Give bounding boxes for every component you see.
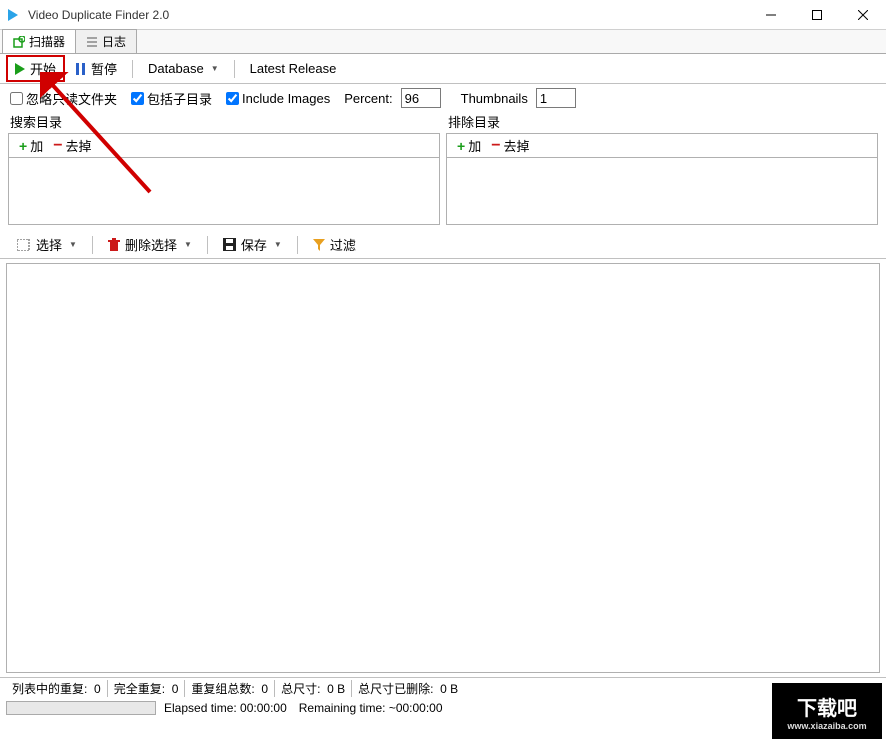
tab-log-label: 日志 xyxy=(102,33,126,50)
chevron-down-icon: ▼ xyxy=(184,240,192,249)
select-button[interactable]: 选择 ▼ xyxy=(8,231,86,258)
pause-button[interactable]: 暂停 xyxy=(67,55,126,82)
exclude-dir-title: 排除目录 xyxy=(446,112,878,133)
search-dir-group: 搜索目录 +加 −去掉 xyxy=(8,112,440,225)
thumbnails-input[interactable] xyxy=(536,88,576,108)
trash-icon xyxy=(108,238,120,252)
maximize-button[interactable] xyxy=(794,0,840,29)
delete-select-label: 删除选择 xyxy=(125,235,177,254)
minus-icon: − xyxy=(491,137,500,155)
titlebar: Video Duplicate Finder 2.0 xyxy=(0,0,886,30)
select-label: 选择 xyxy=(36,235,62,254)
tab-scanner-label: 扫描器 xyxy=(29,33,65,50)
search-dir-list[interactable] xyxy=(8,157,440,225)
status-deleted-size: 总尺寸已删除: 0 B xyxy=(352,680,464,697)
exclude-remove-button[interactable]: −去掉 xyxy=(487,135,533,156)
filter-label: 过滤 xyxy=(330,235,356,254)
status-dup-in-list: 列表中的重复: 0 xyxy=(6,680,108,697)
include-subdir-label: 包括子目录 xyxy=(147,89,212,108)
status-bar: 列表中的重复: 0 完全重复: 0 重复组总数: 0 总尺寸: 0 B 总尺寸已… xyxy=(0,677,886,717)
progress-bar xyxy=(6,701,156,715)
chevron-down-icon: ▼ xyxy=(69,240,77,249)
include-images-checkbox[interactable]: Include Images xyxy=(226,91,330,106)
plus-icon: + xyxy=(457,138,465,154)
watermark-url: www.xiazaiba.com xyxy=(787,721,866,731)
search-dir-toolbar: +加 −去掉 xyxy=(8,133,440,157)
status-total-size: 总尺寸: 0 B xyxy=(275,680,352,697)
exclude-add-label: 加 xyxy=(468,136,481,155)
start-button[interactable]: 开始 xyxy=(6,55,65,82)
log-icon xyxy=(86,36,98,48)
exclude-remove-label: 去掉 xyxy=(504,136,530,155)
elapsed-time: Elapsed time: 00:00:00 xyxy=(164,701,287,715)
plus-icon: + xyxy=(19,138,27,154)
results-area[interactable] xyxy=(6,263,880,673)
latest-release-label: Latest Release xyxy=(250,61,337,76)
database-button[interactable]: Database ▼ xyxy=(139,57,228,80)
ignore-readonly-label: 忽略只读文件夹 xyxy=(26,89,117,108)
chevron-down-icon: ▼ xyxy=(274,240,282,249)
include-subdir-checkbox[interactable]: 包括子目录 xyxy=(131,89,212,108)
save-label: 保存 xyxy=(241,235,267,254)
separator xyxy=(92,236,93,254)
percent-label: Percent: xyxy=(344,91,392,106)
exclude-dir-group: 排除目录 +加 −去掉 xyxy=(446,112,878,225)
search-add-label: 加 xyxy=(30,136,43,155)
play-icon xyxy=(15,63,25,75)
ignore-readonly-checkbox[interactable]: 忽略只读文件夹 xyxy=(10,89,117,108)
start-label: 开始 xyxy=(30,59,56,78)
delete-select-button[interactable]: 删除选择 ▼ xyxy=(99,231,201,258)
directory-panels: 搜索目录 +加 −去掉 排除目录 +加 −去掉 xyxy=(0,112,886,231)
main-toolbar: 开始 暂停 Database ▼ Latest Release xyxy=(0,54,886,84)
pause-label: 暂停 xyxy=(91,59,117,78)
search-add-button[interactable]: +加 xyxy=(15,135,47,156)
tab-scanner[interactable]: 扫描器 xyxy=(2,29,76,53)
include-images-label: Include Images xyxy=(242,91,330,106)
select-icon xyxy=(17,239,31,251)
search-dir-title: 搜索目录 xyxy=(8,112,440,133)
window-title: Video Duplicate Finder 2.0 xyxy=(28,8,748,22)
close-button[interactable] xyxy=(840,0,886,29)
watermark: 下载吧 www.xiazaiba.com xyxy=(772,683,882,739)
filter-icon xyxy=(313,239,325,251)
database-label: Database xyxy=(148,61,204,76)
exclude-dir-list[interactable] xyxy=(446,157,878,225)
scanner-icon xyxy=(13,36,25,48)
save-icon xyxy=(223,238,236,251)
separator xyxy=(234,60,235,78)
app-logo-icon xyxy=(6,8,20,22)
percent-input[interactable] xyxy=(401,88,441,108)
tab-log[interactable]: 日志 xyxy=(75,29,137,53)
separator xyxy=(297,236,298,254)
status-row-2: Elapsed time: 00:00:00 Remaining time: ~… xyxy=(0,699,886,717)
remaining-time: Remaining time: ~00:00:00 xyxy=(299,701,443,715)
minus-icon: − xyxy=(53,137,62,155)
status-row-1: 列表中的重复: 0 完全重复: 0 重复组总数: 0 总尺寸: 0 B 总尺寸已… xyxy=(0,678,886,699)
pause-icon xyxy=(76,63,86,75)
save-button[interactable]: 保存 ▼ xyxy=(214,231,291,258)
status-full-dup: 完全重复: 0 xyxy=(108,680,186,697)
minimize-button[interactable] xyxy=(748,0,794,29)
exclude-add-button[interactable]: +加 xyxy=(453,135,485,156)
latest-release-button[interactable]: Latest Release xyxy=(241,57,346,80)
results-toolbar: 选择 ▼ 删除选择 ▼ 保存 ▼ 过滤 xyxy=(0,231,886,259)
main-tabs: 扫描器 日志 xyxy=(0,30,886,54)
thumbnails-label: Thumbnails xyxy=(461,91,528,106)
status-dup-groups: 重复组总数: 0 xyxy=(185,680,275,697)
separator xyxy=(207,236,208,254)
chevron-down-icon: ▼ xyxy=(211,64,219,73)
filter-button[interactable]: 过滤 xyxy=(304,231,365,258)
search-remove-button[interactable]: −去掉 xyxy=(49,135,95,156)
exclude-dir-toolbar: +加 −去掉 xyxy=(446,133,878,157)
separator xyxy=(132,60,133,78)
search-remove-label: 去掉 xyxy=(66,136,92,155)
watermark-text: 下载吧 xyxy=(797,692,857,721)
options-row: 忽略只读文件夹 包括子目录 Include Images Percent: Th… xyxy=(0,84,886,112)
